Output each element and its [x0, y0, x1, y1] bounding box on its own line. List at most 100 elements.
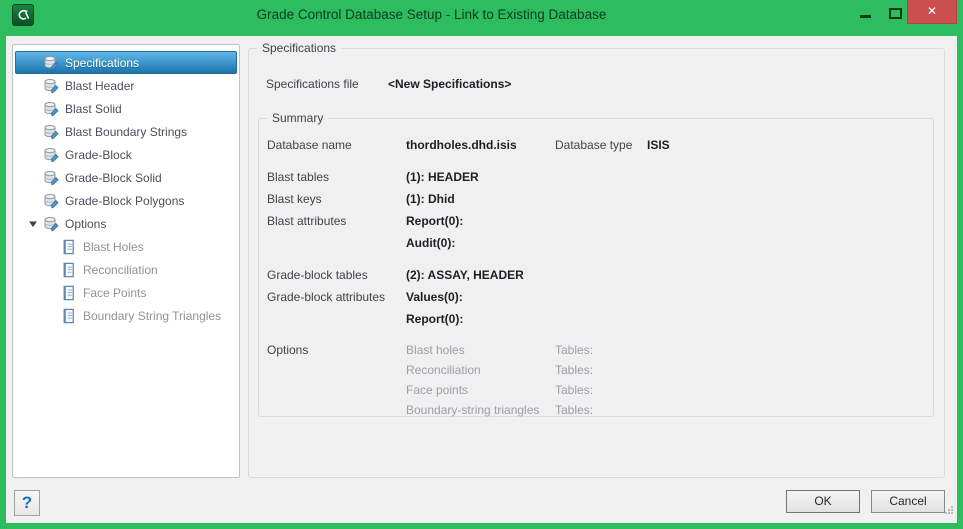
summary-right-label: Tables: — [555, 343, 594, 357]
dialog-window: Grade Control Database Setup - Link to E… — [0, 0, 963, 529]
sidebar-item-label: Boundary String Triangles — [83, 308, 222, 323]
sidebar-item-grade-block-solid[interactable]: Grade-Block Solid — [15, 166, 237, 189]
summary-field-label: Grade-block attributes — [267, 290, 386, 304]
sidebar-item-label: Specifications — [65, 55, 140, 70]
minimize-button[interactable] — [860, 15, 871, 18]
summary-field-value: Report(0): — [406, 312, 464, 326]
summary-section: Grade-block tables (2): ASSAY, HEADER Grad… — [267, 264, 933, 330]
sidebar-item-options[interactable]: Options — [15, 212, 237, 235]
summary-right-label: Database type — [555, 138, 633, 152]
sidebar-item-label: Blast Header — [65, 78, 135, 93]
sidebar-item-label: Grade-Block Polygons — [65, 193, 185, 208]
database-edit-icon — [43, 101, 59, 117]
summary-content: Database name thordholes.dhd.isis Database… — [259, 119, 933, 420]
resize-grip-icon[interactable] — [943, 502, 954, 520]
summary-row: Blast attributes Report(0): — [267, 210, 933, 232]
sidebar-item-boundary-string-triangles[interactable]: Boundary String Triangles — [15, 304, 237, 327]
footer-bar: ? OK Cancel — [6, 478, 957, 523]
database-edit-icon — [43, 193, 59, 209]
summary-field-value: Reconciliation — [406, 363, 481, 377]
sidebar-item-specifications[interactable]: Specifications — [15, 51, 237, 74]
summary-section: Blast tables (1): HEADER Blast keys (1): Dh… — [267, 166, 933, 254]
summary-field-value: (2): ASSAY, HEADER — [406, 268, 524, 282]
ok-button[interactable]: OK — [786, 490, 860, 513]
sidebar-item-grade-block[interactable]: Grade-Block — [15, 143, 237, 166]
summary-row: Reconciliation Tables: — [267, 360, 933, 380]
summary-row: Grade-block attributes Values(0): — [267, 286, 933, 308]
sidebar-item-label: Grade-Block Solid — [65, 170, 162, 185]
summary-row: Face points Tables: — [267, 380, 933, 400]
sidebar-item-label: Grade-Block — [65, 147, 132, 162]
sidebar-item-blast-holes[interactable]: Blast Holes — [15, 235, 237, 258]
dialog-body: Specifications Blast Header Blast Solid Bla… — [6, 36, 957, 523]
sidebar-item-blast-solid[interactable]: Blast Solid — [15, 97, 237, 120]
sidebar-item-reconciliation[interactable]: Reconciliation — [15, 258, 237, 281]
specifications-file-value: <New Specifications> — [388, 77, 512, 91]
sidebar-item-label: Blast Boundary Strings — [65, 124, 188, 139]
summary-right-label: Tables: — [555, 383, 594, 397]
database-edit-icon — [43, 216, 59, 232]
window-title: Grade Control Database Setup - Link to E… — [256, 7, 607, 22]
navigation-tree: Specifications Blast Header Blast Solid Bla… — [12, 44, 240, 478]
document-icon — [61, 239, 77, 255]
cancel-button[interactable]: Cancel — [871, 490, 945, 513]
sidebar-item-label: Options — [65, 216, 107, 231]
summary-field-label: Options — [267, 343, 309, 357]
summary-field-value: Blast holes — [406, 343, 465, 357]
summary-field-value: Face points — [406, 383, 469, 397]
summary-row: Report(0): — [267, 308, 933, 330]
summary-field-value: Report(0): — [406, 214, 464, 228]
summary-row: Blast tables (1): HEADER — [267, 166, 933, 188]
summary-field-label: Blast tables — [267, 170, 330, 184]
sidebar-item-label: Blast Solid — [65, 101, 122, 116]
summary-field-value: Boundary-string triangles — [406, 403, 540, 417]
document-icon — [61, 285, 77, 301]
document-icon — [61, 308, 77, 324]
maximize-button[interactable] — [889, 8, 902, 19]
summary-row: Options Blast holes Tables: — [267, 340, 933, 360]
close-button[interactable]: ✕ — [907, 0, 957, 24]
summary-section: Database name thordholes.dhd.isis Database… — [267, 134, 933, 156]
database-edit-icon — [43, 170, 59, 186]
summary-right-value: ISIS — [647, 138, 670, 152]
summary-field-label: Database name — [267, 138, 352, 152]
summary-field-label: Grade-block tables — [267, 268, 368, 282]
sidebar-item-label: Reconciliation — [83, 262, 158, 277]
document-icon — [61, 262, 77, 278]
summary-field-label: Blast attributes — [267, 214, 347, 228]
app-icon — [12, 4, 34, 26]
summary-row: Boundary-string triangles Tables: — [267, 400, 933, 420]
help-button[interactable]: ? — [14, 490, 40, 516]
summary-row: Grade-block tables (2): ASSAY, HEADER — [267, 264, 933, 286]
specifications-groupbox: Specifications Specifications file <New … — [248, 41, 945, 478]
groupbox-title: Summary — [267, 111, 329, 125]
sidebar-item-blast-header[interactable]: Blast Header — [15, 74, 237, 97]
summary-field-value: Audit(0): — [406, 236, 456, 250]
specifications-file-label: Specifications file — [266, 77, 359, 91]
expand-arrow-icon[interactable] — [28, 216, 43, 231]
sidebar-item-blast-boundary-strings[interactable]: Blast Boundary Strings — [15, 120, 237, 143]
title-bar[interactable]: Grade Control Database Setup - Link to E… — [0, 0, 963, 30]
summary-field-value: Values(0): — [406, 290, 463, 304]
sidebar-item-face-points[interactable]: Face Points — [15, 281, 237, 304]
sidebar-item-label: Blast Holes — [83, 239, 144, 254]
database-edit-icon — [43, 124, 59, 140]
summary-field-value: (1): Dhid — [406, 192, 455, 206]
database-edit-icon — [43, 55, 59, 71]
groupbox-title: Specifications — [257, 41, 342, 55]
database-edit-icon — [43, 78, 59, 94]
summary-field-value: thordholes.dhd.isis — [406, 138, 517, 152]
sidebar-item-grade-block-polygons[interactable]: Grade-Block Polygons — [15, 189, 237, 212]
summary-row: Audit(0): — [267, 232, 933, 254]
